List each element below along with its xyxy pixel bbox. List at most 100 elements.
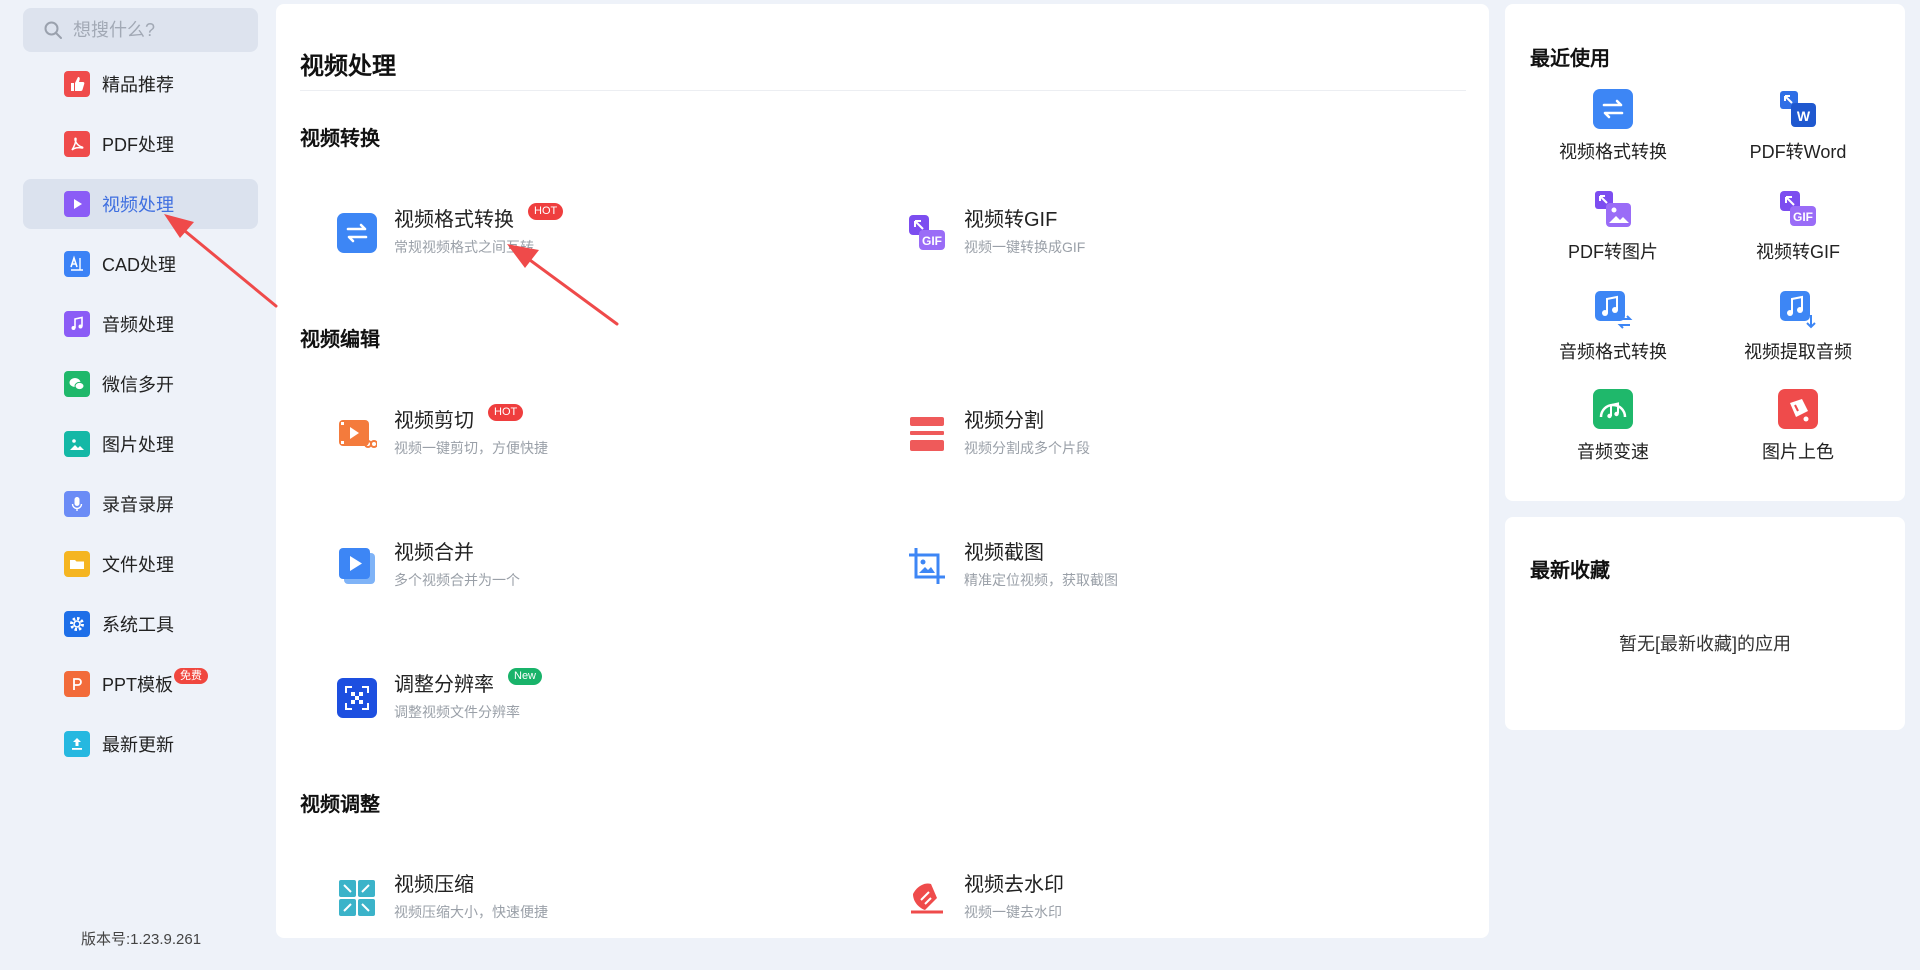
tool-video-remove-watermark[interactable]: 视频去水印 视频一键去水印 <box>907 872 1064 932</box>
thumbs-up-icon <box>64 71 90 97</box>
recent-item-label: PDF转Word <box>1749 142 1847 162</box>
sidebar-item-featured[interactable]: 精品推荐 <box>23 59 258 109</box>
svg-text:W: W <box>1797 108 1811 124</box>
sidebar-item-label: 图片处理 <box>102 435 174 455</box>
favorites-title: 最新收藏 <box>1530 560 1610 582</box>
new-tag: New <box>508 667 543 685</box>
hot-tag: HOT <box>488 403 524 421</box>
tool-video-compress[interactable]: 视频压缩 视频压缩大小，快速便捷 <box>337 872 548 932</box>
tool-desc: 视频分割成多个片段 <box>964 440 1090 456</box>
sidebar-item-label: 录音录屏 <box>102 495 174 515</box>
image-icon <box>64 431 90 457</box>
sidebar-item-video[interactable]: 视频处理 <box>23 179 258 229</box>
merge-icon <box>337 546 377 586</box>
divider <box>300 90 1466 91</box>
search-input[interactable] <box>73 19 243 41</box>
tool-adjust-resolution[interactable]: 调整分辨率 New 调整视频文件分辨率 <box>337 667 543 732</box>
video-cut-icon <box>337 414 377 454</box>
music-icon <box>64 311 90 337</box>
sidebar-item-cad[interactable]: CAD处理 <box>23 239 258 289</box>
tool-video-merge[interactable]: 视频合并 多个视频合并为一个 <box>337 540 520 600</box>
tool-name: 视频剪切 <box>394 410 474 432</box>
resolution-icon <box>337 678 377 718</box>
favorites-panel: 最新收藏 暂无[最新收藏]的应用 <box>1505 517 1905 730</box>
wechat-icon <box>64 371 90 397</box>
recent-item-label: 音频变速 <box>1577 442 1649 462</box>
gear-icon <box>64 611 90 637</box>
sidebar-item-label: 音频处理 <box>102 315 174 335</box>
tool-desc: 调整视频文件分辨率 <box>394 704 520 720</box>
recent-item-video-to-gif[interactable]: GIF 视频转GIF <box>1698 189 1898 284</box>
sidebar-item-label: 系统工具 <box>102 615 174 635</box>
recent-item-pdf-to-image[interactable]: PDF转图片 <box>1513 189 1713 284</box>
tool-video-format-convert[interactable]: 视频格式转换 HOT 常规视频格式之间互转 <box>337 202 564 267</box>
sidebar: 精品推荐 PDF处理 视频处理 CAD处理 音频处理 <box>0 0 275 970</box>
tool-desc: 精准定位视频，获取截图 <box>964 572 1118 588</box>
tool-name: 视频截图 <box>964 542 1044 564</box>
sidebar-item-pdf[interactable]: PDF处理 <box>23 119 258 169</box>
split-icon <box>907 414 947 454</box>
sidebar-item-label: 视频处理 <box>102 195 174 215</box>
tool-desc: 多个视频合并为一个 <box>394 572 520 588</box>
recent-item-label: 图片上色 <box>1762 442 1834 462</box>
tool-desc: 视频一键去水印 <box>964 904 1062 920</box>
sidebar-nav: 精品推荐 PDF处理 视频处理 CAD处理 音频处理 微信多开 图片处理 录音录… <box>23 59 258 779</box>
sidebar-item-audio[interactable]: 音频处理 <box>23 299 258 349</box>
free-badge: 免费 <box>174 668 208 684</box>
sidebar-item-image[interactable]: 图片处理 <box>23 419 258 469</box>
sidebar-item-label: CAD处理 <box>102 255 177 275</box>
microphone-icon <box>64 491 90 517</box>
tool-video-screenshot[interactable]: 视频截图 精准定位视频，获取截图 <box>907 540 1118 600</box>
svg-text:GIF: GIF <box>922 234 942 248</box>
tool-name: 视频分割 <box>964 410 1044 432</box>
recent-item-label: 音频格式转换 <box>1559 342 1667 362</box>
svg-text:GIF: GIF <box>1793 210 1813 224</box>
tool-video-split[interactable]: 视频分割 视频分割成多个片段 <box>907 408 1090 468</box>
ppt-icon <box>64 671 90 697</box>
audio-speed-icon <box>1593 389 1633 429</box>
recent-title: 最近使用 <box>1530 48 1610 70</box>
tool-desc: 视频一键剪切，方便快捷 <box>394 440 548 456</box>
sidebar-item-ppt[interactable]: PPT模板 免费 <box>23 659 258 709</box>
sidebar-item-label: 微信多开 <box>102 375 174 395</box>
search-box[interactable] <box>23 8 258 52</box>
gif-icon: GIF <box>907 213 947 253</box>
sidebar-item-label: PDF处理 <box>102 135 174 155</box>
main-panel: 视频处理 视频转换 视频格式转换 HOT 常规视频格式之间互转 GIF 视频转GI… <box>276 4 1489 938</box>
sidebar-item-label: 最新更新 <box>102 735 174 755</box>
tool-desc: 常规视频格式之间互转 <box>394 239 534 255</box>
section-title: 视频编辑 <box>300 329 380 351</box>
recent-item-label: PDF转图片 <box>1568 242 1658 262</box>
tool-desc: 视频压缩大小，快速便捷 <box>394 904 548 920</box>
recent-item-extract-audio[interactable]: 视频提取音频 <box>1698 289 1898 384</box>
recent-item-label: 视频格式转换 <box>1559 142 1667 162</box>
search-icon <box>44 21 62 39</box>
section-title: 视频转换 <box>300 128 380 150</box>
play-icon <box>64 191 90 217</box>
version-label: 版本号:1.23.9.261 <box>81 931 202 948</box>
tool-video-cut[interactable]: 视频剪切 HOT 视频一键剪切，方便快捷 <box>337 403 548 468</box>
watermark-icon <box>907 878 947 918</box>
tool-name: 视频合并 <box>394 542 474 564</box>
sidebar-item-system[interactable]: 系统工具 <box>23 599 258 649</box>
pdf-to-image-icon <box>1593 189 1633 229</box>
cad-icon <box>64 251 90 277</box>
sidebar-item-record[interactable]: 录音录屏 <box>23 479 258 529</box>
section-title: 视频调整 <box>300 794 380 816</box>
recent-item-audio-convert[interactable]: 音频格式转换 <box>1513 289 1713 384</box>
audio-convert-icon <box>1593 289 1633 329</box>
crop-icon <box>907 546 947 586</box>
recent-item-audio-speed[interactable]: 音频变速 <box>1513 389 1713 484</box>
sidebar-item-file[interactable]: 文件处理 <box>23 539 258 589</box>
recent-item-video-format-convert[interactable]: 视频格式转换 <box>1513 89 1713 184</box>
recent-item-pdf-to-word[interactable]: W PDF转Word <box>1698 89 1898 184</box>
upload-icon <box>64 731 90 757</box>
pdf-to-word-icon: W <box>1778 89 1818 129</box>
convert-arrows-icon <box>337 213 377 253</box>
tool-video-to-gif[interactable]: GIF 视频转GIF 视频一键转换成GIF <box>907 207 1085 267</box>
favorites-empty-message: 暂无[最新收藏]的应用 <box>1618 634 1791 654</box>
recent-item-colorize[interactable]: 图片上色 <box>1698 389 1898 484</box>
sidebar-item-updates[interactable]: 最新更新 <box>23 719 258 769</box>
sidebar-item-label: 精品推荐 <box>102 75 174 95</box>
sidebar-item-wechat[interactable]: 微信多开 <box>23 359 258 409</box>
